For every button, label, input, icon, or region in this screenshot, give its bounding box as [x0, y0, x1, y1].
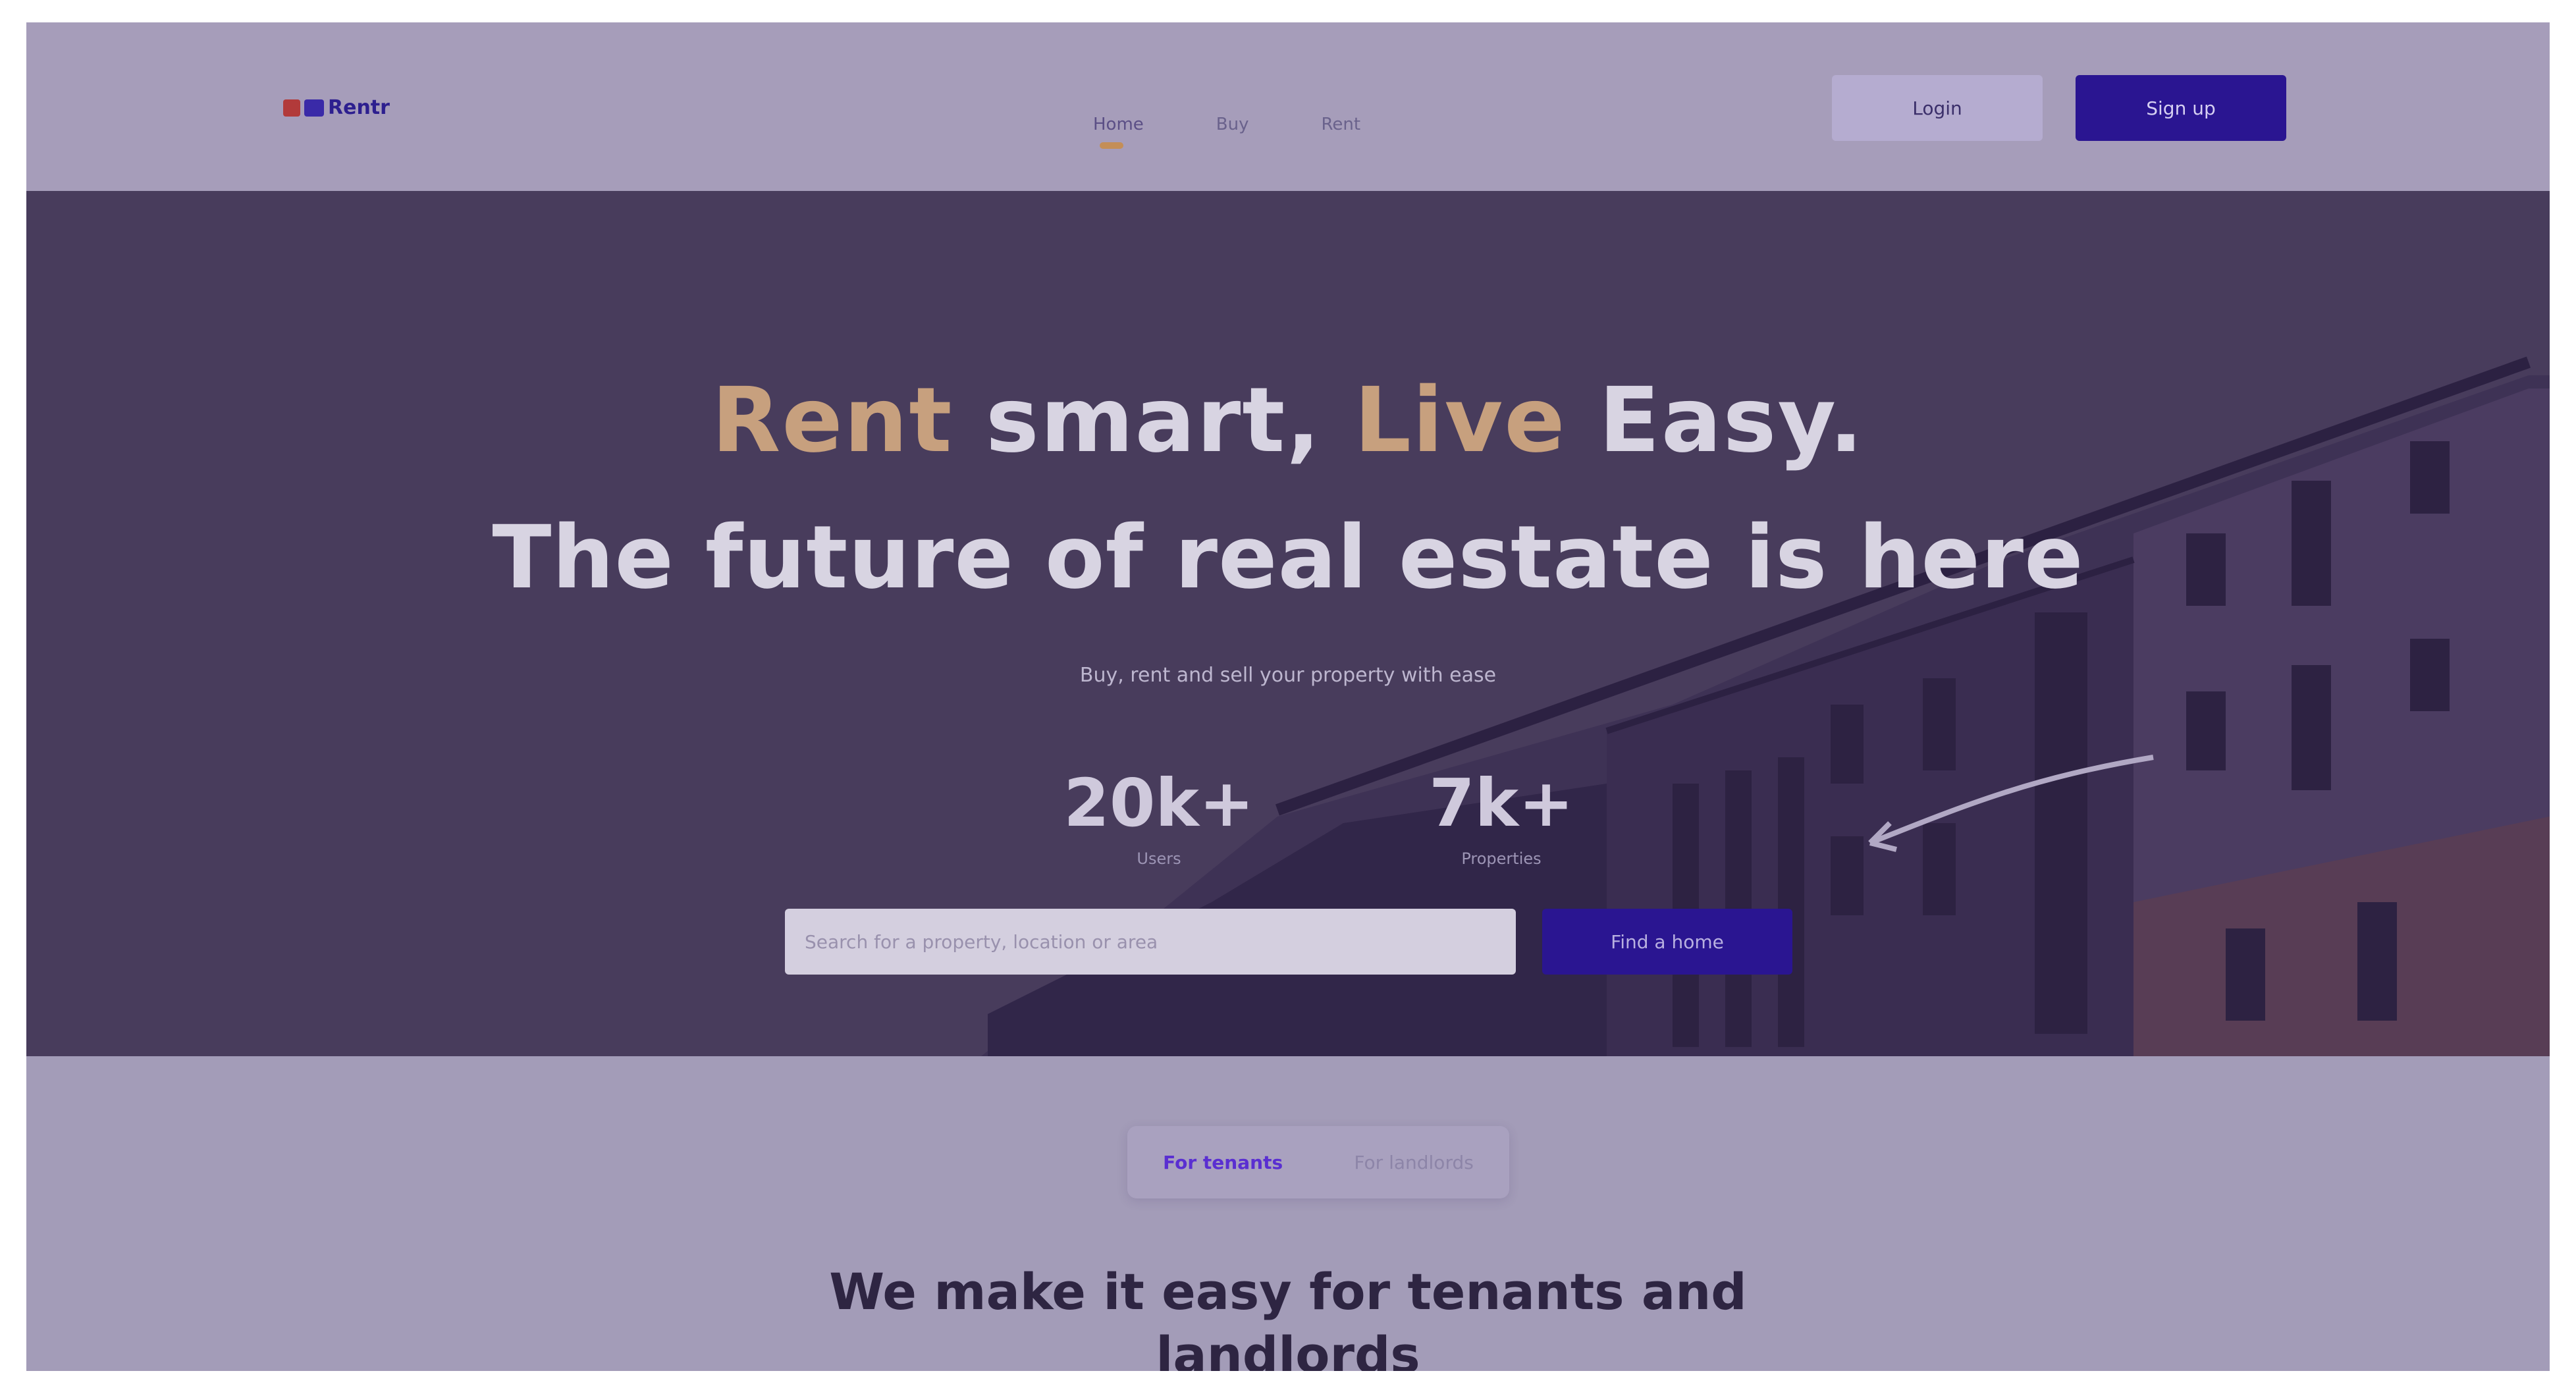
main-nav: Home Buy Rent	[1093, 115, 1360, 149]
nav-link-buy[interactable]: Buy	[1216, 115, 1249, 134]
hero-section: Rent smart, Live Easy. The future of rea…	[26, 191, 2550, 1056]
hero-headline-line1: Rent smart, Live Easy.	[26, 369, 2550, 473]
hero-headline-accent-live: Live	[1354, 369, 1567, 473]
hero-headline-easy: Easy.	[1566, 369, 1865, 473]
audience-tabs: For tenants For landlords	[1127, 1126, 1509, 1198]
stat-properties: 7k+ Properties	[1396, 765, 1607, 869]
nav-link-home[interactable]: Home	[1093, 115, 1144, 149]
hero-headline-smart: smart,	[953, 369, 1355, 473]
stat-properties-label: Properties	[1461, 849, 1542, 868]
stat-properties-value: 7k+	[1429, 765, 1574, 842]
tab-landlords[interactable]: For landlords	[1354, 1152, 1473, 1173]
stat-users-label: Users	[1137, 849, 1181, 868]
signup-button[interactable]: Sign up	[2076, 75, 2286, 141]
brand-logo[interactable]: Rentr	[283, 96, 390, 119]
nav-link-rent[interactable]: Rent	[1321, 115, 1360, 134]
tab-tenants[interactable]: For tenants	[1163, 1152, 1283, 1173]
section-title-line1: We make it easy for tenants and	[829, 1262, 1747, 1321]
hero-headline-accent-rent: Rent	[711, 369, 953, 473]
stat-users-value: 20k+	[1063, 765, 1254, 842]
logo-mark-secondary-icon	[304, 99, 324, 117]
section-title: We make it easy for tenants and landlord…	[26, 1260, 2550, 1371]
top-navbar: Rentr Home Buy Rent Login Sign up	[26, 22, 2550, 191]
logo-text: Rentr	[328, 96, 390, 119]
find-home-button[interactable]: Find a home	[1542, 909, 1792, 975]
logo-mark-icon	[283, 99, 300, 117]
stat-users: 20k+ Users	[1054, 765, 1264, 869]
section-title-line2: landlords	[1156, 1326, 1420, 1371]
login-button[interactable]: Login	[1832, 75, 2043, 141]
hero-subtitle: Buy, rent and sell your property with ea…	[1079, 664, 1497, 687]
hero-headline-line2: The future of real estate is here	[492, 507, 2084, 608]
property-search-input[interactable]	[785, 909, 1516, 975]
page-frame: Rentr Home Buy Rent Login Sign up Rent s…	[26, 22, 2550, 1371]
